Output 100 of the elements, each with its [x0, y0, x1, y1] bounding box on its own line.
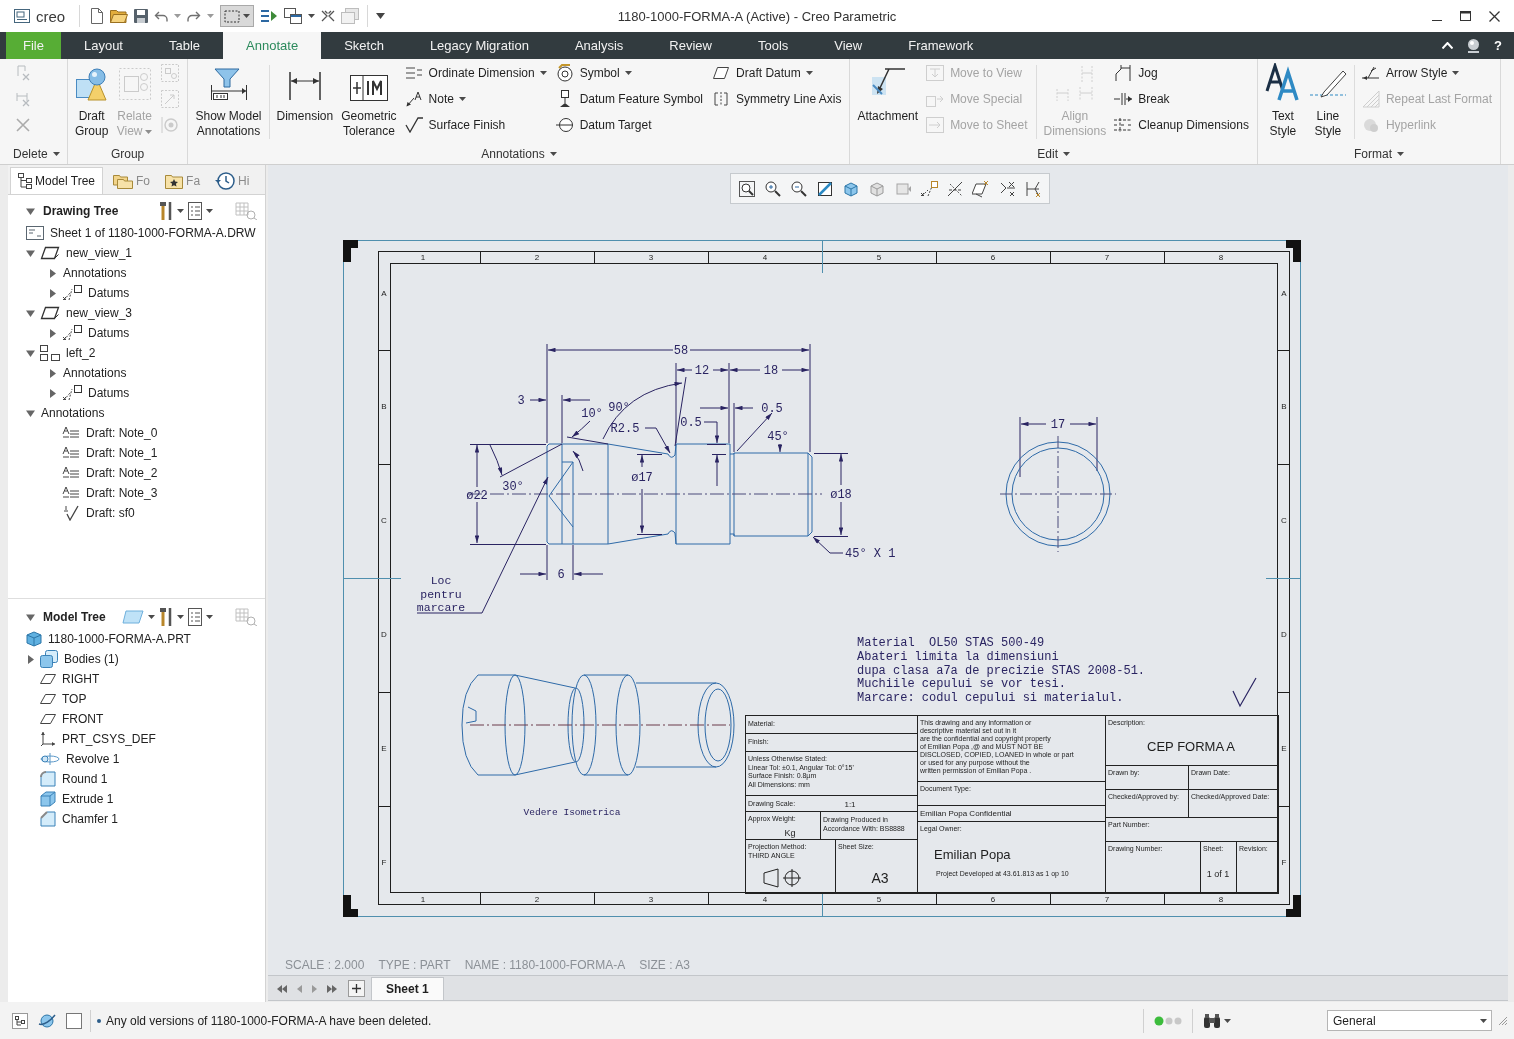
- customize-caret-icon[interactable]: [376, 13, 386, 19]
- zoom-out-icon[interactable]: [790, 179, 808, 198]
- save-icon[interactable]: [134, 9, 149, 23]
- zoom-in-icon[interactable]: [764, 179, 782, 198]
- tree-item[interactable]: Annotations: [40, 405, 106, 421]
- selection-box-button[interactable]: [220, 5, 255, 27]
- group-menu-button[interactable]: Annotations: [477, 144, 561, 164]
- last-sheet-icon[interactable]: [326, 985, 338, 993]
- datum-axes-icon[interactable]: [920, 179, 938, 198]
- ribbon-button[interactable]: Arrow Style: [1360, 60, 1494, 86]
- ribbon-tab[interactable]: Layout: [60, 32, 146, 59]
- sheet-tab[interactable]: Sheet 1: [371, 977, 444, 1000]
- ribbon-tab[interactable]: Review: [646, 32, 735, 59]
- group-menu-button[interactable]: Format: [1349, 144, 1408, 164]
- ribbon-button[interactable]: Draft Datum: [711, 60, 844, 86]
- zoom-fit-icon[interactable]: [738, 179, 756, 198]
- open-folder-icon[interactable]: [110, 9, 129, 23]
- windows-icon[interactable]: [284, 8, 303, 24]
- first-sheet-icon[interactable]: [276, 985, 288, 993]
- list-arrow-icon[interactable]: [260, 8, 279, 24]
- ribbon-tab[interactable]: Sketch: [321, 32, 407, 59]
- tree-item[interactable]: new_view_3: [65, 305, 134, 321]
- ribbon-button[interactable]: Ordinate Dimension: [403, 60, 549, 86]
- tree-item[interactable]: FRONT: [61, 711, 105, 727]
- tree-item[interactable]: Annotations: [62, 265, 128, 281]
- ribbon-button[interactable]: Geometric Tolerance: [337, 59, 401, 143]
- ribbon-tab[interactable]: View: [811, 32, 886, 59]
- tree-item[interactable]: Chamfer 1: [61, 811, 120, 827]
- ribbon-button[interactable]: Datum Target: [554, 112, 706, 138]
- tree-item[interactable]: Draft: Note_0: [85, 425, 159, 441]
- tree-toggle-icon[interactable]: [26, 654, 35, 664]
- close-icon[interactable]: [1489, 10, 1500, 22]
- tree-item[interactable]: Sheet 1 of 1180-1000-FORMA-A.DRW: [49, 225, 257, 241]
- tree-item[interactable]: PRT_CSYS_DEF: [61, 731, 157, 747]
- tools-icon[interactable]: [159, 607, 173, 627]
- caret-icon[interactable]: [177, 209, 184, 213]
- tree-toggle-icon[interactable]: [26, 206, 35, 216]
- filter-dropdown[interactable]: General: [1327, 1010, 1492, 1031]
- tree-toggle-icon[interactable]: [26, 308, 35, 318]
- tree-item[interactable]: 1180-1000-FORMA-A.PRT: [47, 631, 192, 647]
- add-sheet-button[interactable]: [348, 980, 365, 997]
- ribbon-tab[interactable]: Framework: [885, 32, 997, 59]
- ribbon-button[interactable]: Datum Feature Symbol: [554, 86, 706, 112]
- tree-item[interactable]: Annotations: [62, 365, 128, 381]
- ribbon-button[interactable]: Text Style: [1260, 59, 1305, 143]
- caret-icon[interactable]: [177, 615, 184, 619]
- undo-icon[interactable]: [154, 10, 169, 22]
- ribbon-button[interactable]: Show Model Annotations: [191, 59, 266, 143]
- tree-toggle-icon[interactable]: [48, 288, 57, 298]
- parallelogram-x-icon[interactable]: [972, 179, 990, 198]
- chevron-x-icon[interactable]: [998, 179, 1016, 198]
- close-window-icon[interactable]: [321, 10, 336, 22]
- ribbon-button[interactable]: Break: [1113, 86, 1251, 112]
- tree-toggle-icon[interactable]: [26, 348, 35, 358]
- bracket-x-icon[interactable]: [1024, 179, 1042, 198]
- ribbon-button[interactable]: Dimension: [272, 59, 338, 143]
- tree-toggle-icon[interactable]: [48, 328, 57, 338]
- ribbon-tab[interactable]: Tools: [734, 32, 812, 59]
- caret-icon[interactable]: [148, 615, 155, 619]
- tools-icon[interactable]: [159, 201, 173, 221]
- globe-icon[interactable]: [38, 1012, 56, 1029]
- caret-icon[interactable]: [206, 615, 213, 619]
- crossed-lines-icon[interactable]: [946, 179, 964, 198]
- ribbon-button[interactable]: Line Style: [1304, 59, 1351, 143]
- tree-item[interactable]: Round 1: [61, 771, 109, 787]
- slashed-square-icon[interactable]: [816, 179, 834, 198]
- tree-panel-icon[interactable]: [12, 1012, 28, 1029]
- ribbon-button[interactable]: Jog: [1113, 60, 1251, 86]
- panel-tab[interactable]: Model Tree: [10, 167, 104, 194]
- tree-item[interactable]: Revolve 1: [65, 751, 121, 767]
- ribbon-tab[interactable]: Annotate: [223, 32, 322, 59]
- tree-item[interactable]: Bodies (1): [63, 651, 120, 667]
- tree-item[interactable]: left_2: [65, 345, 97, 361]
- chevron-up-icon[interactable]: [1442, 42, 1454, 49]
- tree-toggle-icon[interactable]: [48, 388, 57, 398]
- list-icon[interactable]: [188, 608, 202, 626]
- tree-item[interactable]: Datums: [87, 285, 131, 301]
- tree-item[interactable]: RIGHT: [61, 671, 101, 687]
- tree-item[interactable]: Draft: Note_3: [85, 485, 159, 501]
- tree-item[interactable]: Datums: [87, 385, 131, 401]
- redo-icon[interactable]: [187, 10, 202, 22]
- help-button[interactable]: ?: [1494, 38, 1502, 53]
- group-menu-button[interactable]: Edit: [1033, 144, 1075, 164]
- caret-icon[interactable]: [308, 14, 316, 18]
- caret-icon[interactable]: [206, 209, 213, 213]
- caret-icon[interactable]: [1224, 1018, 1231, 1023]
- new-file-icon[interactable]: [90, 8, 105, 24]
- ribbon-button[interactable]: Note: [403, 86, 549, 112]
- tree-toggle-icon[interactable]: [48, 268, 57, 278]
- ribbon-button[interactable]: Symbol: [554, 60, 706, 86]
- tree-item[interactable]: Draft: sf0: [85, 505, 136, 521]
- list-icon[interactable]: [188, 202, 202, 220]
- square-icon[interactable]: [66, 1012, 82, 1029]
- ribbon-button[interactable]: Symmetry Line Axis: [711, 86, 844, 112]
- tree-item[interactable]: new_view_1: [65, 245, 134, 261]
- ribbon-button[interactable]: Draft Group: [70, 59, 113, 143]
- group-menu-button[interactable]: Delete: [9, 144, 64, 164]
- ribbon-tab[interactable]: Table: [146, 32, 224, 59]
- tree-toggle-icon[interactable]: [26, 612, 35, 622]
- tree-item[interactable]: Datums: [87, 325, 131, 341]
